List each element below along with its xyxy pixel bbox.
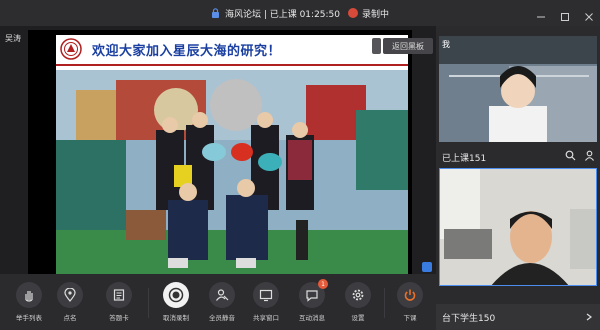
share-window-icon: [253, 282, 279, 308]
presentation-slide: 欢迎大家加入星辰大海的研究！: [56, 35, 408, 275]
minimize-button[interactable]: [536, 7, 546, 18]
self-video-tile[interactable]: [439, 36, 597, 142]
end-class-button[interactable]: 下课: [387, 282, 433, 328]
student-bar: 已上课151: [436, 145, 600, 169]
interactive-messages-label: 互动消息: [299, 314, 325, 322]
lock-icon: [211, 8, 219, 18]
bottom-toolbar: 举手列表 点名 答题卡 取消录制 全员静音 共享窗口 1 互动消息 设置 下课: [0, 274, 436, 330]
user-icon[interactable]: [584, 150, 595, 161]
settings-icon: [345, 282, 371, 308]
window-controls: [536, 7, 594, 21]
student-name: 已上课151: [442, 153, 487, 164]
student-tools: [565, 150, 595, 161]
mute-all-icon: [209, 282, 235, 308]
toolbar-divider: [384, 288, 385, 318]
mute-all-label: 全员静音: [209, 314, 235, 322]
team-photo: [56, 70, 408, 275]
toolbar-divider: [148, 288, 149, 318]
share-window-button[interactable]: 共享窗口: [243, 282, 289, 328]
teacher-name: 吴涛: [5, 34, 21, 43]
classroom-window: 海风论坛 | 已上课 01:25:50 录制中 吴涛 欢迎大家加入星辰大海的研究…: [0, 0, 600, 330]
shared-screen-area: 吴涛 欢迎大家加入星辰大海的研究！ 返回黑板: [0, 26, 436, 275]
video-panel: 我 已上课151 台下学生150: [436, 26, 600, 330]
location-pin-icon: [57, 282, 83, 308]
chevron-right-icon[interactable]: [585, 313, 593, 321]
slide-title: 欢迎大家加入星辰大海的研究！: [92, 43, 282, 59]
raise-hand-list-button[interactable]: 举手列表: [6, 282, 52, 328]
end-class-label: 下课: [403, 314, 417, 322]
self-video-label: 我: [442, 40, 450, 49]
settings-button[interactable]: 设置: [335, 282, 381, 328]
raise-hand-list-label: 举手列表: [16, 314, 42, 322]
student-footer[interactable]: 台下学生150: [436, 304, 600, 330]
mute-all-button[interactable]: 全员静音: [199, 282, 245, 328]
slide-divider: [56, 64, 408, 66]
answer-card-button[interactable]: 答题卡: [96, 282, 142, 328]
hand-icon: [16, 282, 42, 308]
class-title: 海风论坛 | 已上课 01:25:50: [224, 9, 341, 20]
close-button[interactable]: [584, 7, 594, 21]
blackboard-toggle-icon[interactable]: [372, 38, 381, 54]
fullscreen-icon[interactable]: [422, 262, 432, 272]
slide-frame: 欢迎大家加入星辰大海的研究！: [28, 30, 412, 275]
message-badge: 1: [318, 279, 328, 289]
recording-indicator-icon: [348, 8, 359, 18]
roll-call-button[interactable]: 点名: [47, 282, 93, 328]
answer-card-label: 答题卡: [109, 314, 129, 322]
interactive-messages-button[interactable]: 1 互动消息: [289, 279, 335, 328]
cancel-recording-button[interactable]: 取消录制: [153, 282, 199, 328]
cancel-recording-label: 取消录制: [163, 314, 189, 322]
student-video-tile[interactable]: [439, 168, 597, 286]
recording-status: 录制中: [362, 9, 390, 20]
slide-header: 欢迎大家加入星辰大海的研究！: [56, 35, 408, 63]
university-logo-icon: [60, 38, 82, 60]
return-blackboard-button[interactable]: 返回黑板: [383, 38, 433, 54]
roll-call-label: 点名: [63, 314, 77, 322]
search-icon[interactable]: [565, 150, 576, 161]
settings-label: 设置: [351, 314, 365, 322]
title-bar: 海风论坛 | 已上课 01:25:50 录制中: [0, 0, 600, 26]
student-footer-label: 台下学生150: [442, 313, 496, 324]
record-icon: [163, 282, 189, 308]
answer-card-icon: [106, 282, 132, 308]
power-icon: [397, 282, 423, 308]
maximize-button[interactable]: [560, 7, 570, 21]
share-window-label: 共享窗口: [253, 314, 279, 322]
chat-icon: 1: [299, 279, 328, 308]
